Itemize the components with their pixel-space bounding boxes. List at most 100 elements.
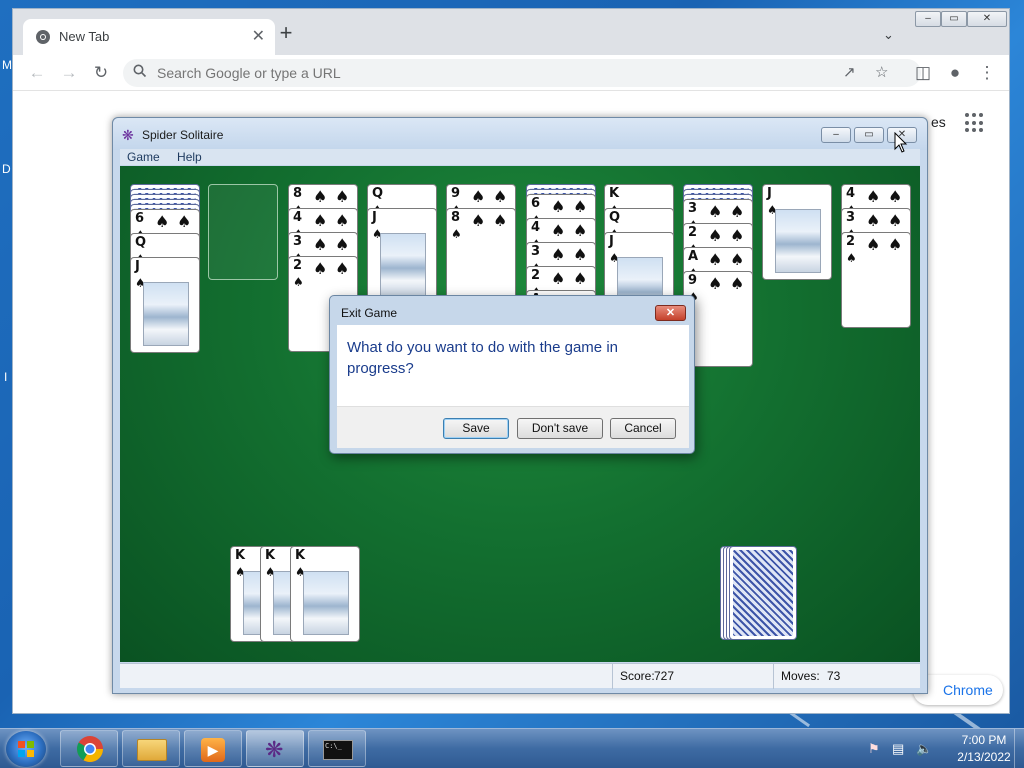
spade-icon: ♠ bbox=[730, 274, 745, 293]
save-button[interactable]: Save bbox=[443, 418, 509, 439]
start-button[interactable] bbox=[6, 731, 46, 767]
taskbar-media-player[interactable]: ▶ bbox=[184, 730, 242, 767]
spider-restore-button[interactable]: ▭ bbox=[854, 127, 884, 143]
playing-card[interactable]: J ♠ bbox=[130, 257, 200, 353]
ntp-images-link[interactable]: es bbox=[931, 114, 946, 130]
playing-card[interactable]: 8 ♠ ♠ ♠ bbox=[446, 208, 516, 304]
more-menu-icon[interactable]: ⋮ bbox=[977, 63, 997, 83]
card-rank: Q bbox=[372, 186, 384, 201]
card-rank: 2 bbox=[531, 268, 541, 283]
profile-avatar-icon[interactable]: ● bbox=[945, 63, 965, 83]
spade-icon: ♠ bbox=[335, 187, 350, 206]
card-rank: 9 bbox=[688, 273, 698, 288]
card-rank: J bbox=[135, 259, 140, 274]
empty-column-slot[interactable] bbox=[208, 184, 278, 280]
taskbar-spider-solitaire[interactable]: ❋ bbox=[246, 730, 304, 767]
spider-minimize-button[interactable]: – bbox=[821, 127, 851, 143]
card-rank: 3 bbox=[846, 210, 856, 225]
card-rank: 8 bbox=[451, 210, 461, 225]
chrome-close-button[interactable]: ✕ bbox=[967, 11, 1007, 27]
dialog-close-button[interactable]: ✕ bbox=[655, 305, 686, 321]
dont-save-button[interactable]: Don't save bbox=[517, 418, 603, 439]
playing-card[interactable]: 2 ♠ ♠ ♠ bbox=[841, 232, 911, 328]
card-rank: 8 bbox=[293, 186, 303, 201]
clock-date[interactable]: 2/13/2022 bbox=[948, 750, 1020, 764]
moves-label: Moves: bbox=[781, 669, 820, 683]
taskbar-command-prompt[interactable]: C:\_ bbox=[308, 730, 366, 767]
spider-app-icon: ❋ bbox=[122, 127, 134, 143]
card-rank: 3 bbox=[293, 234, 303, 249]
spade-icon: ♠ bbox=[551, 197, 566, 216]
spade-icon: ♠ bbox=[293, 275, 304, 289]
spade-icon: ♠ bbox=[551, 269, 566, 288]
face-card-art bbox=[303, 571, 349, 635]
side-panel-icon[interactable]: ◫ bbox=[913, 63, 933, 83]
volume-icon[interactable]: 🔈 bbox=[916, 741, 932, 757]
chrome-favicon-icon bbox=[36, 30, 50, 44]
spade-icon: ♠ bbox=[313, 259, 328, 278]
spade-icon: ♠ bbox=[313, 235, 328, 254]
spade-icon: ♠ bbox=[313, 211, 328, 230]
dialog-body: What do you want to do with the game in … bbox=[337, 325, 689, 406]
new-tab-button[interactable]: + bbox=[275, 22, 297, 45]
playing-card[interactable]: K♠ bbox=[290, 546, 360, 642]
spade-icon: ♠ bbox=[471, 211, 486, 230]
spade-icon: ♠ bbox=[573, 245, 588, 264]
exit-game-dialog: Exit Game ✕ What do you want to do with … bbox=[329, 295, 695, 454]
menu-help[interactable]: Help bbox=[170, 149, 209, 164]
spade-icon: ♠ bbox=[866, 211, 881, 230]
menu-game[interactable]: Game bbox=[120, 149, 167, 164]
taskbar-explorer[interactable] bbox=[122, 730, 180, 767]
card-rank: 6 bbox=[531, 196, 541, 211]
tab-new-tab[interactable]: New Tab ✕ bbox=[23, 19, 275, 55]
omnibox[interactable]: ↗ ☆ bbox=[123, 59, 921, 87]
google-apps-icon[interactable] bbox=[965, 113, 985, 133]
taskbar: ▶ ❋ C:\_ ⚑ ▤ 🔈 bbox=[0, 728, 1024, 768]
spade-icon: ♠ bbox=[888, 235, 903, 254]
spade-icon: ♠ bbox=[155, 212, 170, 231]
playing-card[interactable]: J ♠ bbox=[762, 184, 832, 280]
bookmark-star-icon[interactable]: ☆ bbox=[875, 63, 888, 81]
clock-time[interactable]: 7:00 PM bbox=[952, 733, 1016, 747]
tab-close-icon[interactable]: ✕ bbox=[252, 26, 265, 46]
card-rank: 4 bbox=[293, 210, 303, 225]
spade-icon: ♠ bbox=[313, 187, 328, 206]
network-icon[interactable]: ▤ bbox=[892, 741, 904, 757]
forward-arrow-icon[interactable]: → bbox=[59, 63, 79, 83]
spade-icon: ♠ bbox=[866, 235, 881, 254]
desktop-icon-label[interactable]: D bbox=[2, 162, 11, 176]
card-rank: 9 bbox=[451, 186, 461, 201]
card-rank: 2 bbox=[688, 225, 698, 240]
reload-icon[interactable]: ↻ bbox=[91, 63, 111, 83]
card-rank: J bbox=[609, 234, 614, 249]
spade-icon: ♠ bbox=[335, 235, 350, 254]
card-rank: K bbox=[265, 548, 276, 563]
address-bar-input[interactable] bbox=[157, 64, 797, 82]
desktop-icon-label[interactable]: I bbox=[4, 370, 7, 384]
spade-icon: ♠ bbox=[708, 274, 723, 293]
desktop-icon-label[interactable]: M bbox=[2, 58, 12, 72]
tab-search-chevron-down-icon[interactable]: ⌄ bbox=[883, 27, 894, 43]
playing-card[interactable]: J ♠ bbox=[367, 208, 437, 304]
cancel-button[interactable]: Cancel bbox=[610, 418, 676, 439]
chrome-minimize-button[interactable]: – bbox=[915, 11, 941, 27]
share-icon[interactable]: ↗ bbox=[843, 63, 856, 81]
status-divider bbox=[612, 664, 613, 689]
spade-icon: ♠ bbox=[451, 227, 462, 241]
spade-icon: ♠ bbox=[177, 212, 192, 231]
stock-pile[interactable] bbox=[729, 546, 797, 640]
score-label: Score: bbox=[620, 669, 655, 683]
action-center-flag-icon[interactable]: ⚑ bbox=[868, 741, 880, 757]
chrome-icon bbox=[76, 736, 104, 763]
status-divider bbox=[773, 664, 774, 689]
back-arrow-icon[interactable]: ← bbox=[27, 63, 47, 83]
spade-icon: ♠ bbox=[551, 245, 566, 264]
spider-menubar: Game Help bbox=[120, 149, 920, 165]
taskbar-chrome[interactable] bbox=[60, 730, 118, 767]
chrome-restore-button[interactable]: ▭ bbox=[941, 11, 967, 27]
spade-icon: ♠ bbox=[573, 269, 588, 288]
card-rank: J bbox=[372, 210, 377, 225]
card-rank: 4 bbox=[531, 220, 541, 235]
spade-icon: ♠ bbox=[730, 202, 745, 221]
face-card-art bbox=[775, 209, 821, 273]
